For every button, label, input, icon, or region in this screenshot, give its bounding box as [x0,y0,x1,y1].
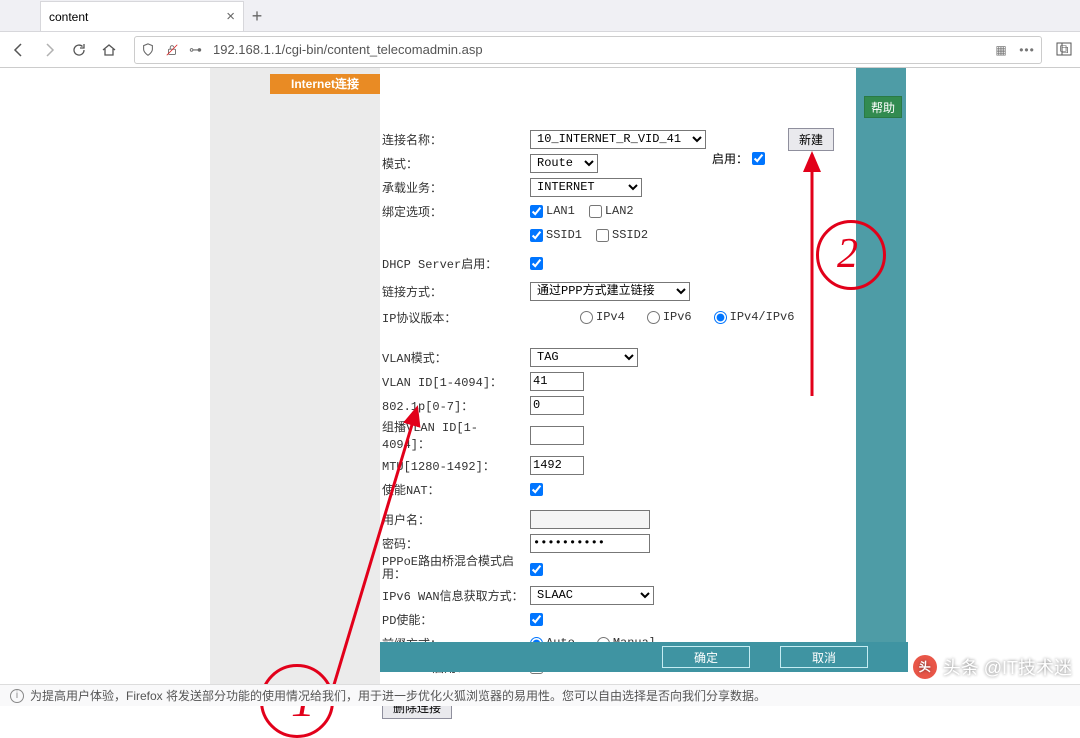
user-label: 用户名： [382,511,530,528]
mode-label: 模式： [382,155,530,172]
linked-icon: ⊶ [189,42,207,58]
linktype-select[interactable]: 通过PPP方式建立链接 [530,282,690,301]
8021p-label: 802.1p[0-7]： [382,397,530,414]
tab-title: content [49,10,88,24]
annotation-2: 2 [816,220,886,290]
lan2-checkbox[interactable] [589,205,602,218]
help-button[interactable]: 帮助 [864,96,902,118]
info-icon: i [10,689,24,703]
conn-name-label: 连接名称： [382,131,530,148]
browser-nav-bar: ⊶ 192.168.1.1/cgi-bin/content_telecomadm… [0,32,1080,68]
linktype-label: 链接方式： [382,283,530,300]
sidebar [210,68,380,684]
more-icon[interactable]: ••• [1019,42,1035,58]
ipv6wan-label: IPv6 WAN信息获取方式： [382,587,530,604]
close-icon[interactable]: × [226,8,235,25]
pppoe-bridge-checkbox[interactable] [530,563,543,576]
cancel-button[interactable]: 取消 [780,646,868,668]
service-label: 承载业务： [382,179,530,196]
ok-button[interactable]: 确定 [662,646,750,668]
pass-input[interactable] [530,534,650,553]
home-button[interactable] [98,39,120,61]
ipver-label: IP协议版本： [382,309,530,326]
watermark-badge: 头 [913,655,937,679]
back-button[interactable] [8,39,30,61]
shield-icon [141,43,159,57]
conn-name-select[interactable]: 10_INTERNET_R_VID_41 [530,130,706,149]
page-content: Internet连接 帮助 新建 启用： 连接名称： 10_INTERNET_R… [0,68,1080,684]
nat-checkbox[interactable] [530,483,543,496]
sidebar-toggle-icon[interactable] [1056,41,1072,60]
bind-label: 绑定选项： [382,203,530,220]
service-select[interactable]: INTERNET [530,178,642,197]
lock-off-icon [165,43,183,57]
pd-label: PD使能： [382,611,530,628]
watermark: 头 头条 @IT技术迷 [913,654,1072,680]
mtu-label: MTU[1280-1492]： [382,457,530,474]
qr-icon[interactable]: ▦ [993,42,1009,58]
config-form: 连接名称： 10_INTERNET_R_VID_41 模式： Route 承载业… [382,128,852,721]
mtu-input[interactable] [530,456,584,475]
8021p-input[interactable] [530,396,584,415]
ipv6-radio[interactable] [647,311,660,324]
lan1-checkbox[interactable] [530,205,543,218]
ssid1-checkbox[interactable] [530,229,543,242]
ipv6wan-select[interactable]: SLAAC [530,586,654,605]
ssid2-checkbox[interactable] [596,229,609,242]
browser-tab-bar: content × + [0,0,1080,32]
dhcp-label: DHCP Server启用： [382,255,530,272]
pd-checkbox[interactable] [530,613,543,626]
vlanmode-label: VLAN模式： [382,349,530,366]
vlanmode-select[interactable]: TAG [530,348,638,367]
footer-bar: 确定 取消 [380,642,908,672]
url-text: 192.168.1.1/cgi-bin/content_telecomadmin… [213,42,987,57]
user-input[interactable] [530,510,650,529]
notification-text: 为提高用户体验，Firefox 将发送部分功能的使用情况给我们，用于进一步优化火… [30,687,766,704]
forward-button[interactable] [38,39,60,61]
pass-label: 密码： [382,535,530,552]
new-tab-button[interactable]: + [244,3,270,31]
ipv4-radio[interactable] [580,311,593,324]
mode-select[interactable]: Route [530,154,598,173]
vlanid-label: VLAN ID[1-4094]： [382,373,530,390]
vlanid-input[interactable] [530,372,584,391]
right-accent [856,68,906,642]
nat-label: 使能NAT： [382,481,530,498]
address-bar[interactable]: ⊶ 192.168.1.1/cgi-bin/content_telecomadm… [134,36,1042,64]
watermark-text: 头条 @IT技术迷 [943,654,1072,680]
mcvlan-input[interactable] [530,426,584,445]
ipv46-radio[interactable] [714,311,727,324]
sidebar-tab-internet[interactable]: Internet连接 [270,74,380,94]
reload-button[interactable] [68,39,90,61]
browser-tab[interactable]: content × [40,1,244,31]
dhcp-checkbox[interactable] [530,257,543,270]
notification-bar: i 为提高用户体验，Firefox 将发送部分功能的使用情况给我们，用于进一步优… [0,684,1080,706]
mcvlan-label: 组播VLAN ID[1-4094]： [382,418,530,452]
pppoe-bridge-label: PPPoE路由桥混合模式启用： [382,556,530,582]
